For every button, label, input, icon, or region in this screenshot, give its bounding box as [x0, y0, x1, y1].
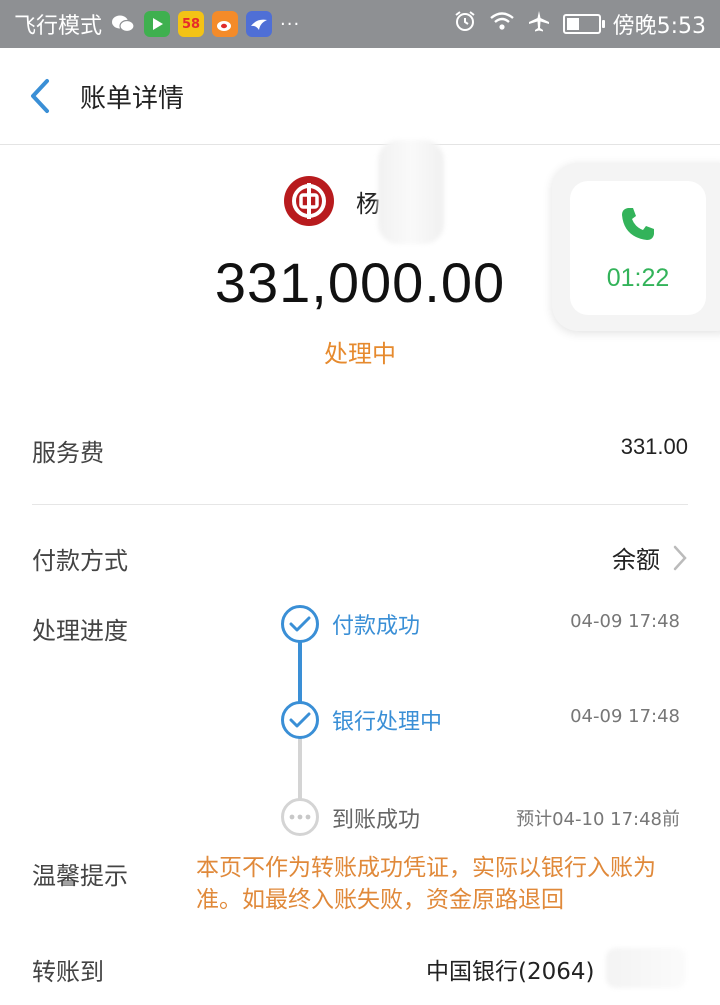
timeline-connector — [298, 640, 302, 706]
app-header: 账单详情 — [0, 48, 720, 145]
step-time: 预计04-10 17:48前 — [516, 809, 680, 830]
tip-label: 温馨提示 — [32, 862, 128, 890]
battery-icon — [562, 14, 605, 34]
page-title: 账单详情 — [80, 83, 185, 114]
divider — [32, 504, 688, 505]
step-time: 04-09 17:48 — [570, 611, 680, 632]
call-timer: 01:22 — [606, 263, 670, 292]
back-button[interactable] — [0, 48, 80, 144]
weibo-icon — [212, 11, 239, 37]
more-notifications-icon: ··· — [280, 13, 301, 35]
video-app-icon — [144, 11, 171, 37]
status-bar: 飞行模式 58 ··· 傍晚5:53 — [0, 0, 720, 48]
58-app-icon: 58 — [178, 11, 205, 37]
clock-text: 傍晚5:53 — [612, 14, 706, 39]
step-label: 银行处理中 — [332, 710, 443, 735]
tip-text: 本页不作为转账成功凭证，实际以银行入账为准。如最终入账失败，资金原路退回 — [196, 855, 656, 913]
step-pending-dots-icon — [281, 798, 319, 836]
transfer-status: 处理中 — [324, 340, 396, 368]
step-label: 到账成功 — [332, 808, 421, 833]
redaction-mask — [606, 948, 686, 988]
chevron-left-icon — [31, 79, 49, 113]
timeline-connector — [298, 736, 302, 800]
chevron-right-icon — [673, 545, 687, 570]
airplane-mode-text: 飞行模式 — [14, 14, 103, 39]
redaction-mask — [378, 140, 444, 244]
call-overlay[interactable]: 01:22 — [552, 163, 720, 331]
step-done-check-icon — [281, 701, 319, 739]
alarm-icon — [453, 9, 477, 39]
step-done-check-icon — [281, 605, 319, 643]
destination-value: 中国银行(2064) — [426, 959, 595, 985]
fee-label: 服务费 — [32, 439, 104, 467]
payee-name: 杨 — [356, 189, 380, 218]
payment-method-label: 付款方式 — [32, 547, 128, 575]
step-label: 付款成功 — [332, 614, 421, 639]
step-time: 04-09 17:48 — [570, 706, 680, 727]
fee-value: 331.00 — [620, 434, 688, 459]
payment-method-selector[interactable]: 余额 — [612, 540, 688, 575]
status-bar-right: 傍晚5:53 — [453, 8, 720, 40]
wifi-icon — [489, 10, 515, 38]
status-bar-left: 飞行模式 58 ··· — [0, 8, 300, 40]
call-overlay-inner[interactable]: 01:22 — [570, 181, 706, 315]
phone-icon — [622, 207, 654, 240]
bird-app-icon — [246, 11, 273, 37]
progress-label: 处理进度 — [32, 617, 128, 645]
payment-method-value: 余额 — [612, 546, 660, 574]
wechat-icon — [110, 11, 136, 37]
airplane-icon — [527, 9, 551, 39]
bank-of-china-logo-icon — [284, 176, 334, 226]
payee-info: 杨 — [284, 176, 380, 226]
destination-label: 转账到 — [32, 958, 104, 986]
